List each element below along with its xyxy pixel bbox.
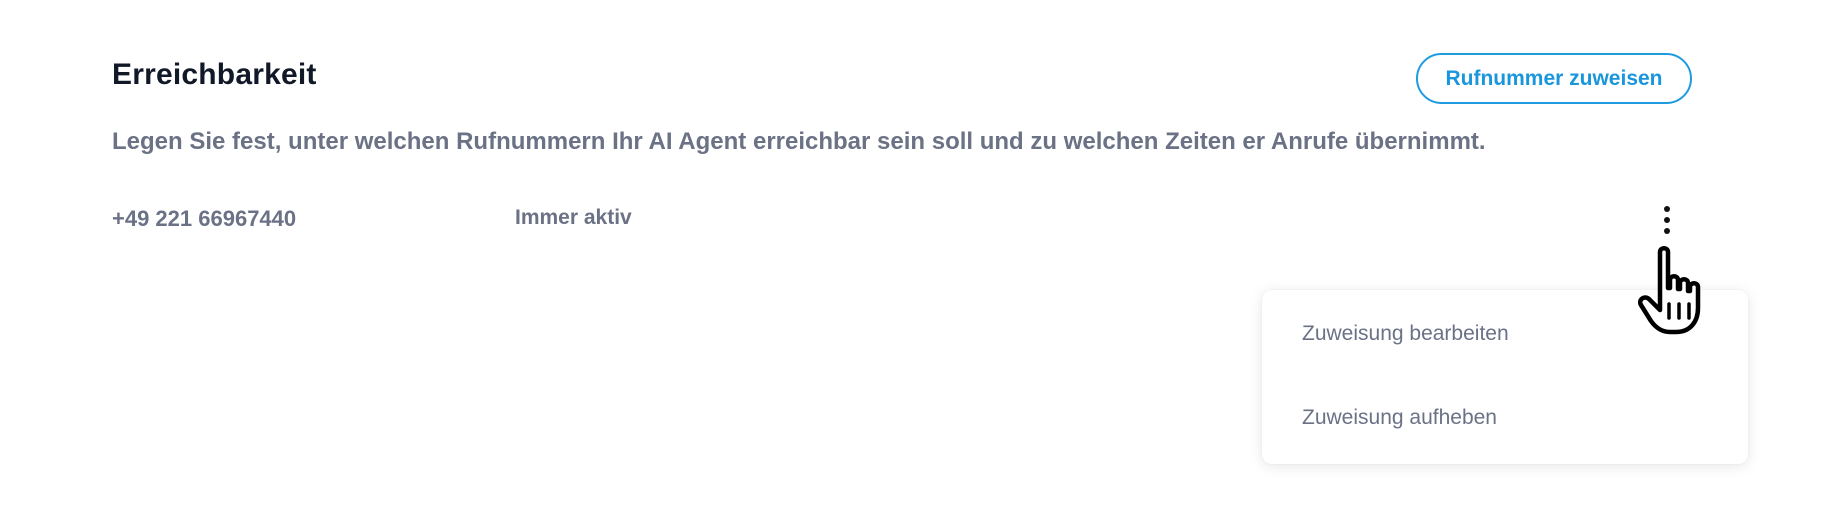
phone-number: +49 221 66967440 (112, 206, 297, 231)
schedule-status: Immer aktiv (515, 206, 632, 229)
actions-dropdown-menu: Zuweisung bearbeiten Zuweisung aufheben (1262, 290, 1748, 464)
more-actions-button[interactable] (1655, 200, 1679, 240)
kebab-vertical-icon (1664, 217, 1670, 223)
kebab-vertical-icon (1664, 206, 1670, 212)
kebab-vertical-icon (1664, 228, 1670, 234)
assign-number-button[interactable]: Rufnummer zuweisen (1416, 53, 1692, 104)
availability-section: Erreichbarkeit Rufnummer zuweisen Legen … (0, 0, 1830, 520)
menu-item-edit-assignment[interactable]: Zuweisung bearbeiten (1302, 322, 1509, 346)
section-title: Erreichbarkeit (112, 58, 317, 91)
section-description: Legen Sie fest, unter welchen Rufnummern… (112, 128, 1486, 155)
number-row: +49 221 66967440 Immer aktiv (112, 200, 1712, 240)
menu-item-remove-assignment[interactable]: Zuweisung aufheben (1302, 406, 1497, 430)
